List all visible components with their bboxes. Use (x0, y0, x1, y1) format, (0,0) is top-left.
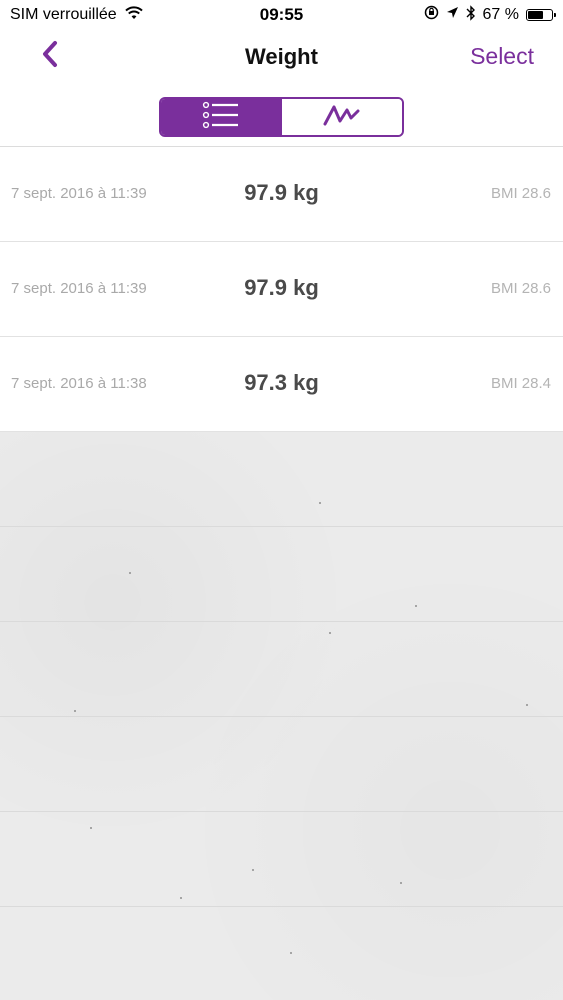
entry-bmi: BMI 28.4 (490, 375, 551, 392)
battery-level (528, 11, 544, 19)
entry-weight: 97.9 kg (244, 180, 319, 205)
paper-speck (180, 897, 182, 899)
background-divider (0, 906, 563, 907)
entry-bmi: BMI 28.6 (490, 185, 551, 202)
entry-weight: 97.9 kg (244, 275, 319, 300)
paper-speck (400, 882, 402, 884)
battery-percent: 67 % (482, 6, 519, 23)
paper-speck (290, 952, 292, 954)
weight-entry-row[interactable]: 7 sept. 2016 à 11:39 97.9 kg BMI 28.6 (0, 147, 563, 242)
background-divider (0, 621, 563, 622)
entry-weight: 97.3 kg (244, 370, 319, 395)
paper-speck (415, 605, 417, 607)
background-divider (0, 811, 563, 812)
paper-speck (129, 572, 131, 574)
line-graph-icon (323, 103, 361, 132)
paper-speck (252, 869, 254, 871)
background-divider (0, 526, 563, 527)
status-bar: SIM verrouillée 09:55 67 % (0, 0, 563, 30)
weight-entry-row[interactable]: 7 sept. 2016 à 11:39 97.9 kg BMI 28.6 (0, 242, 563, 337)
navigation-bar: Weight Select (0, 30, 563, 86)
battery-icon (526, 9, 556, 21)
carrier-label: SIM verrouillée (10, 6, 117, 23)
entry-bmi: BMI 28.6 (490, 280, 551, 297)
status-right: 67 % (424, 4, 556, 26)
select-button[interactable]: Select (470, 43, 534, 70)
segment-graph-view[interactable] (281, 99, 402, 135)
list-icon (202, 100, 240, 135)
bluetooth-icon (466, 4, 476, 26)
location-arrow-icon (446, 6, 459, 24)
status-left: SIM verrouillée (10, 5, 143, 25)
weight-entry-row[interactable]: 7 sept. 2016 à 11:38 97.3 kg BMI 28.4 (0, 337, 563, 432)
segment-list-view[interactable] (161, 99, 282, 135)
view-segmented-control (159, 97, 404, 137)
background-divider (0, 716, 563, 717)
paper-speck (329, 632, 331, 634)
weight-entries-list: 7 sept. 2016 à 11:39 97.9 kg BMI 28.6 7 … (0, 146, 563, 432)
empty-list-background (0, 432, 563, 1000)
paper-speck (74, 710, 76, 712)
paper-speck (319, 502, 321, 504)
orientation-lock-icon (424, 5, 439, 25)
paper-speck (90, 827, 92, 829)
paper-speck (526, 704, 528, 706)
wifi-icon (125, 5, 143, 25)
